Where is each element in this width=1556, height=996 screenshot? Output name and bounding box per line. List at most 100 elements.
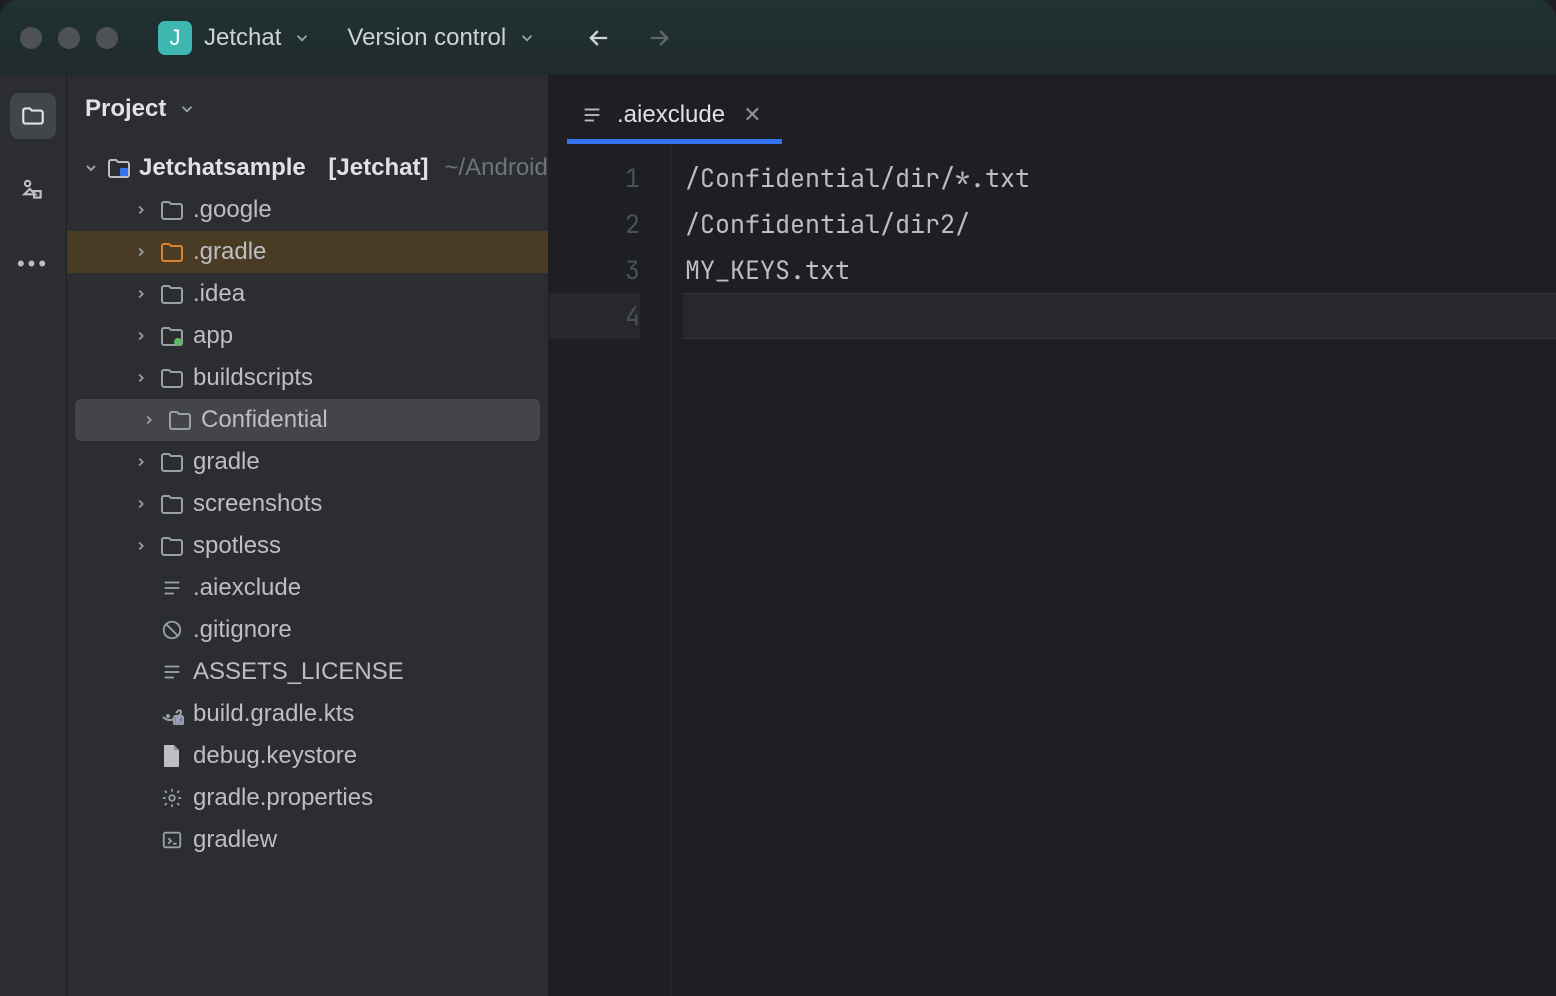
text-file-icon [579, 102, 605, 128]
code-line[interactable]: /Confidential/dir2/ [683, 201, 1556, 247]
project-sidebar: Project Jetchatsample [Jetchat] ~/Androi… [67, 75, 549, 996]
module-folder-icon [159, 323, 185, 349]
folder-icon [159, 281, 185, 307]
tree-item[interactable]: .gitignore [67, 609, 548, 651]
minimize-window-icon[interactable] [58, 27, 80, 49]
tree-item[interactable]: debug.keystore [67, 735, 548, 777]
main-area: ••• Project Jetchatsample [Jetchat] ~/An… [0, 75, 1556, 996]
tree-item-label: .idea [193, 280, 245, 308]
close-tab-button[interactable]: ✕ [743, 102, 761, 128]
editor-tab-aiexclude[interactable]: .aiexclude ✕ [567, 87, 780, 143]
project-name-label: Jetchat [204, 24, 281, 52]
editor-area: .aiexclude ✕ 1234 /Confidential/dir/*.tx… [549, 75, 1556, 996]
tree-item[interactable]: gradle [67, 441, 548, 483]
title-bar: J Jetchat Version control [0, 0, 1556, 75]
tree-item-label: screenshots [193, 490, 322, 518]
tree-root-row[interactable]: Jetchatsample [Jetchat] ~/AndroidSt [67, 147, 548, 189]
tree-item[interactable]: Confidential [75, 399, 540, 441]
tree-root-name: Jetchatsample [139, 154, 306, 182]
gutter-line-number: 4 [549, 293, 640, 339]
gear-file-icon [159, 785, 185, 811]
text-file-icon [159, 575, 185, 601]
chevron-down-icon [293, 29, 311, 47]
more-icon: ••• [17, 251, 49, 277]
version-control-label: Version control [347, 24, 506, 52]
chevron-down-icon[interactable] [83, 160, 99, 176]
chevron-right-icon[interactable] [131, 371, 151, 385]
folder-icon [159, 491, 185, 517]
tree-item[interactable]: .aiexclude [67, 567, 548, 609]
tree-item-label: .google [193, 196, 272, 224]
tree-item-label: gradlew [193, 826, 277, 854]
tree-item[interactable]: .gradle [67, 231, 548, 273]
tree-item[interactable]: Kbuild.gradle.kts [67, 693, 548, 735]
project-tree[interactable]: Jetchatsample [Jetchat] ~/AndroidSt .goo… [67, 143, 548, 996]
tree-item[interactable]: .idea [67, 273, 548, 315]
text-file-icon [159, 659, 185, 685]
svg-text:K: K [176, 716, 182, 725]
tree-item-label: .gradle [193, 238, 266, 266]
tree-item[interactable]: app [67, 315, 548, 357]
tree-item-label: Confidential [201, 406, 328, 434]
gutter-line-number: 2 [549, 201, 640, 247]
code-line[interactable] [683, 293, 1556, 339]
arrow-right-icon [645, 24, 673, 52]
tree-item-label: .gitignore [193, 616, 292, 644]
chevron-right-icon[interactable] [131, 287, 151, 301]
tree-item-label: ASSETS_LICENSE [193, 658, 404, 686]
tree-item[interactable]: screenshots [67, 483, 548, 525]
editor-code[interactable]: /Confidential/dir/*.txt/Confidential/dir… [671, 143, 1556, 996]
tree-item[interactable]: gradlew [67, 819, 548, 861]
gutter-line-number: 3 [549, 247, 640, 293]
tree-item[interactable]: .google [67, 189, 548, 231]
folder-icon [159, 449, 185, 475]
close-window-icon[interactable] [20, 27, 42, 49]
chevron-right-icon[interactable] [139, 413, 159, 427]
tree-root-suffix: [Jetchat] [328, 154, 428, 182]
chevron-right-icon[interactable] [131, 329, 151, 343]
tree-item-label: buildscripts [193, 364, 313, 392]
project-panel-header[interactable]: Project [67, 75, 548, 143]
folder-icon [20, 103, 46, 129]
editor-tab-label: .aiexclude [617, 101, 725, 129]
project-panel-title: Project [85, 95, 166, 123]
editor-body[interactable]: 1234 /Confidential/dir/*.txt/Confidentia… [549, 143, 1556, 996]
editor-gutter: 1234 [549, 143, 671, 996]
code-line[interactable]: MY_KEYS.txt [683, 247, 1556, 293]
chevron-right-icon[interactable] [131, 203, 151, 217]
tree-item-label: debug.keystore [193, 742, 357, 770]
maximize-window-icon[interactable] [96, 27, 118, 49]
window-controls [20, 27, 118, 49]
folder-icon [167, 407, 193, 433]
tree-item[interactable]: gradle.properties [67, 777, 548, 819]
editor-tab-bar: .aiexclude ✕ [549, 75, 1556, 143]
more-tools-button[interactable]: ••• [10, 241, 56, 287]
version-control-selector[interactable]: Version control [347, 24, 536, 52]
structure-tool-button[interactable] [10, 167, 56, 213]
chevron-down-icon [518, 29, 536, 47]
tree-root-path: ~/AndroidSt [444, 154, 548, 182]
tree-item[interactable]: ASSETS_LICENSE [67, 651, 548, 693]
project-selector[interactable]: J Jetchat [158, 21, 311, 55]
chevron-right-icon[interactable] [131, 539, 151, 553]
code-line[interactable]: /Confidential/dir/*.txt [683, 155, 1556, 201]
chevron-right-icon[interactable] [131, 455, 151, 469]
tree-item[interactable]: buildscripts [67, 357, 548, 399]
chevron-right-icon[interactable] [131, 245, 151, 259]
project-badge-icon: J [158, 21, 192, 55]
tree-item-label: spotless [193, 532, 281, 560]
structure-icon [20, 177, 46, 203]
folder-icon [159, 365, 185, 391]
nav-forward-button[interactable] [644, 23, 674, 53]
gutter-line-number: 1 [549, 155, 640, 201]
project-tool-button[interactable] [10, 93, 56, 139]
nav-arrows [584, 23, 674, 53]
tree-item[interactable]: spotless [67, 525, 548, 567]
gradle-kts-icon: K [159, 701, 185, 727]
arrow-left-icon [585, 24, 613, 52]
chevron-right-icon[interactable] [131, 497, 151, 511]
generic-file-icon [159, 743, 185, 769]
nav-back-button[interactable] [584, 23, 614, 53]
chevron-down-icon [178, 100, 196, 118]
tool-strip: ••• [0, 75, 67, 996]
